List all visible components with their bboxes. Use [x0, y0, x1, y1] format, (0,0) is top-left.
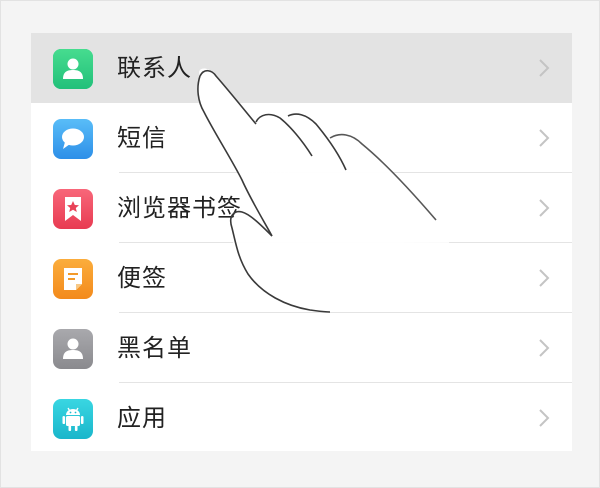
list-item-contacts[interactable]: 联系人: [31, 33, 572, 103]
list-item-label: 联系人: [117, 54, 192, 82]
android-app-icon: [53, 399, 93, 439]
chevron-right-icon: [538, 128, 550, 148]
contacts-icon: [53, 49, 93, 89]
list-item-apps[interactable]: 应用: [31, 383, 572, 453]
blacklist-person-icon: [53, 329, 93, 369]
chevron-right-icon: [538, 408, 550, 428]
list-item-label: 黑名单: [117, 334, 192, 362]
list-item-browser-bookmarks[interactable]: 浏览器书签: [31, 173, 572, 243]
list-item-label: 应用: [117, 404, 167, 432]
chevron-right-icon: [538, 58, 550, 78]
list-item-label: 便签: [117, 264, 167, 292]
bookmark-star-icon: [53, 189, 93, 229]
list-item-label: 浏览器书签: [117, 194, 242, 222]
chevron-right-icon: [538, 198, 550, 218]
list-item-label: 短信: [117, 124, 167, 152]
chevron-right-icon: [538, 338, 550, 358]
list-item-blacklist[interactable]: 黑名单: [31, 313, 572, 383]
list-item-messages[interactable]: 短信: [31, 103, 572, 173]
chevron-right-icon: [538, 268, 550, 288]
message-bubble-icon: [53, 119, 93, 159]
list-item-notes[interactable]: 便签: [31, 243, 572, 313]
settings-list: 联系人 短信 浏览器书签 便签 黑名单 应用: [31, 33, 572, 451]
note-icon: [53, 259, 93, 299]
